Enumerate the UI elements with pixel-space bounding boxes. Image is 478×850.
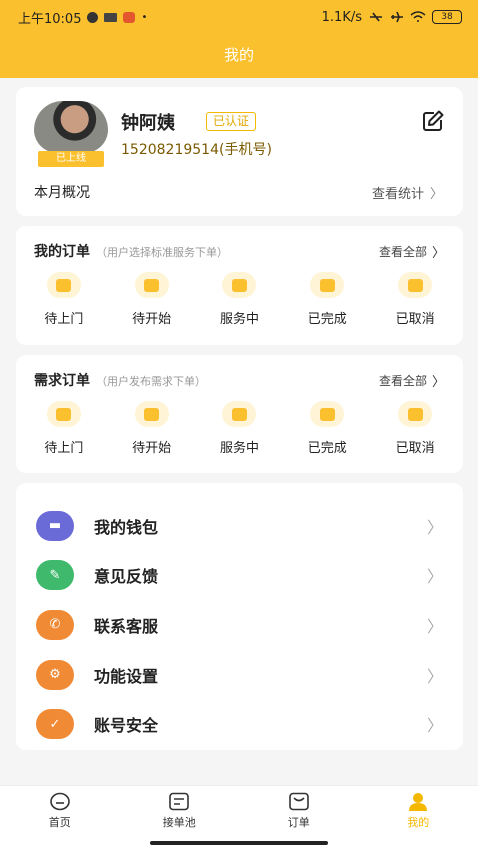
tab-label: 接单池 — [162, 815, 196, 829]
pending-start-icon — [134, 272, 169, 298]
pending-visit-icon — [46, 401, 81, 427]
chevron-right-icon: 〉 — [426, 616, 443, 636]
status-bar: 上午10:05 • 1.1K/s 38 — [0, 0, 478, 34]
gear-icon: ⚙ — [36, 659, 74, 690]
chevron-right-icon: 〉 — [426, 567, 443, 587]
in-service-icon — [222, 401, 257, 427]
notification-icon — [123, 11, 136, 23]
pending-visit-icon — [46, 272, 81, 298]
order-status-label: 待上门 — [44, 441, 84, 456]
view-stats-link[interactable]: 查看统计 〉 — [372, 183, 443, 202]
my-orders-subtitle: （用户选择标准服务下单） — [96, 246, 228, 259]
bottom-tab-bar: 首页 接单池 订单 我的 — [0, 785, 478, 835]
order-status-completed[interactable]: 已完成 — [292, 272, 362, 327]
my-orders-card: 我的订单 （用户选择标准服务下单） 查看全部 〉 待上门 待开始 服务中 已完成… — [16, 226, 463, 345]
menu-item-label: 功能设置 — [94, 666, 159, 686]
completed-icon — [310, 272, 345, 298]
demand-status-pending-start[interactable]: 待开始 — [117, 401, 187, 456]
pending-start-icon — [134, 401, 169, 427]
online-status-badge: 已上线 — [38, 151, 104, 167]
demand-orders-title: 需求订单 — [34, 373, 90, 389]
mute-icon — [370, 12, 382, 22]
chevron-right-icon: 〉 — [426, 517, 443, 537]
menu-item-label: 账号安全 — [94, 716, 159, 736]
avatar[interactable] — [34, 101, 108, 153]
view-all-label: 查看全部 — [378, 374, 427, 388]
demand-orders-view-all[interactable]: 查看全部 〉 — [379, 371, 445, 390]
app-icon — [104, 12, 118, 22]
order-status-pending-start[interactable]: 待开始 — [117, 272, 187, 327]
phone-icon: ✆ — [36, 609, 74, 640]
tab-orders[interactable]: 订单 — [259, 792, 339, 830]
demand-orders-subtitle: （用户发布需求下单） — [96, 375, 206, 388]
chevron-right-icon: 〉 — [431, 246, 445, 261]
chevron-right-icon: 〉 — [426, 716, 443, 736]
cancelled-icon — [398, 272, 433, 298]
wallet-icon: ▬ — [36, 510, 74, 541]
cancelled-icon — [398, 401, 433, 427]
order-status-in-service[interactable]: 服务中 — [204, 272, 274, 327]
menu-item-label: 我的钱包 — [94, 517, 159, 537]
order-status-label: 已取消 — [395, 441, 435, 456]
tab-label: 首页 — [48, 815, 71, 829]
completed-icon — [310, 401, 345, 427]
demand-status-pending-visit[interactable]: 待上门 — [29, 401, 99, 456]
chevron-right-icon: 〉 — [431, 375, 445, 390]
page-title: 我的 — [223, 46, 254, 64]
my-orders-title: 我的订单 — [34, 244, 90, 260]
shield-icon: ✓ — [36, 709, 74, 740]
order-status-pending-visit[interactable]: 待上门 — [29, 272, 99, 327]
home-icon — [49, 792, 70, 810]
verified-badge: 已认证 — [206, 112, 257, 131]
chevron-right-icon: 〉 — [426, 666, 443, 686]
order-status-label: 已完成 — [307, 441, 347, 456]
orders-icon — [288, 792, 309, 810]
order-status-label: 待开始 — [132, 441, 172, 456]
airplane-icon — [391, 11, 403, 23]
demand-status-completed[interactable]: 已完成 — [292, 401, 362, 456]
tab-label: 我的 — [407, 815, 430, 829]
order-status-label: 已取消 — [395, 312, 435, 327]
tab-label: 订单 — [287, 815, 310, 829]
tab-home[interactable]: 首页 — [20, 792, 100, 830]
feedback-icon: ✎ — [36, 560, 74, 591]
chevron-right-icon: 〉 — [429, 187, 443, 202]
menu-item-settings[interactable]: ⚙ 功能设置 〉 — [16, 650, 463, 700]
menu-item-label: 意见反馈 — [94, 567, 159, 587]
wifi-icon — [410, 11, 426, 22]
view-stats-label: 查看统计 — [371, 187, 424, 202]
view-all-label: 查看全部 — [378, 245, 427, 259]
order-status-label: 服务中 — [219, 312, 259, 327]
in-service-icon — [222, 272, 257, 298]
order-status-label: 待上门 — [44, 312, 84, 327]
menu-item-wallet[interactable]: ▬ 我的钱包 〉 — [16, 501, 463, 551]
network-speed: 1.1K/s — [321, 9, 362, 25]
demand-orders-card: 需求订单 （用户发布需求下单） 查看全部 〉 待上门 待开始 服务中 已完成 已… — [16, 355, 463, 473]
profile-icon — [409, 792, 428, 811]
tab-profile[interactable]: 我的 — [378, 792, 458, 830]
dot-icon: • — [141, 11, 148, 23]
menu-item-account-security[interactable]: ✓ 账号安全 〉 — [16, 699, 463, 749]
order-status-label: 服务中 — [219, 441, 259, 456]
menu-item-feedback[interactable]: ✎ 意见反馈 〉 — [16, 551, 463, 601]
edit-icon[interactable] — [421, 109, 445, 133]
order-status-cancelled[interactable]: 已取消 — [380, 272, 450, 327]
menu-item-customer-service[interactable]: ✆ 联系客服 〉 — [16, 600, 463, 650]
settings-menu: ▬ 我的钱包 〉 ✎ 意见反馈 〉 ✆ 联系客服 〉 ⚙ 功能设置 〉 ✓ 账号… — [16, 483, 463, 750]
order-status-label: 待开始 — [132, 312, 172, 327]
my-orders-view-all[interactable]: 查看全部 〉 — [379, 242, 445, 261]
qq-icon — [87, 11, 99, 23]
month-overview-label: 本月概况 — [34, 185, 90, 201]
battery-icon: 38 — [432, 10, 462, 24]
demand-status-in-service[interactable]: 服务中 — [204, 401, 274, 456]
menu-item-label: 联系客服 — [94, 616, 159, 636]
user-name: 钟阿姨 — [121, 113, 175, 134]
status-time: 上午10:05 — [18, 11, 82, 27]
user-phone: 15208219514(手机号) — [121, 142, 272, 158]
home-gesture-handle[interactable] — [150, 841, 328, 845]
order-status-label: 已完成 — [307, 312, 347, 327]
order-pool-icon — [169, 792, 190, 810]
demand-status-cancelled[interactable]: 已取消 — [380, 401, 450, 456]
tab-order-pool[interactable]: 接单池 — [139, 792, 219, 830]
